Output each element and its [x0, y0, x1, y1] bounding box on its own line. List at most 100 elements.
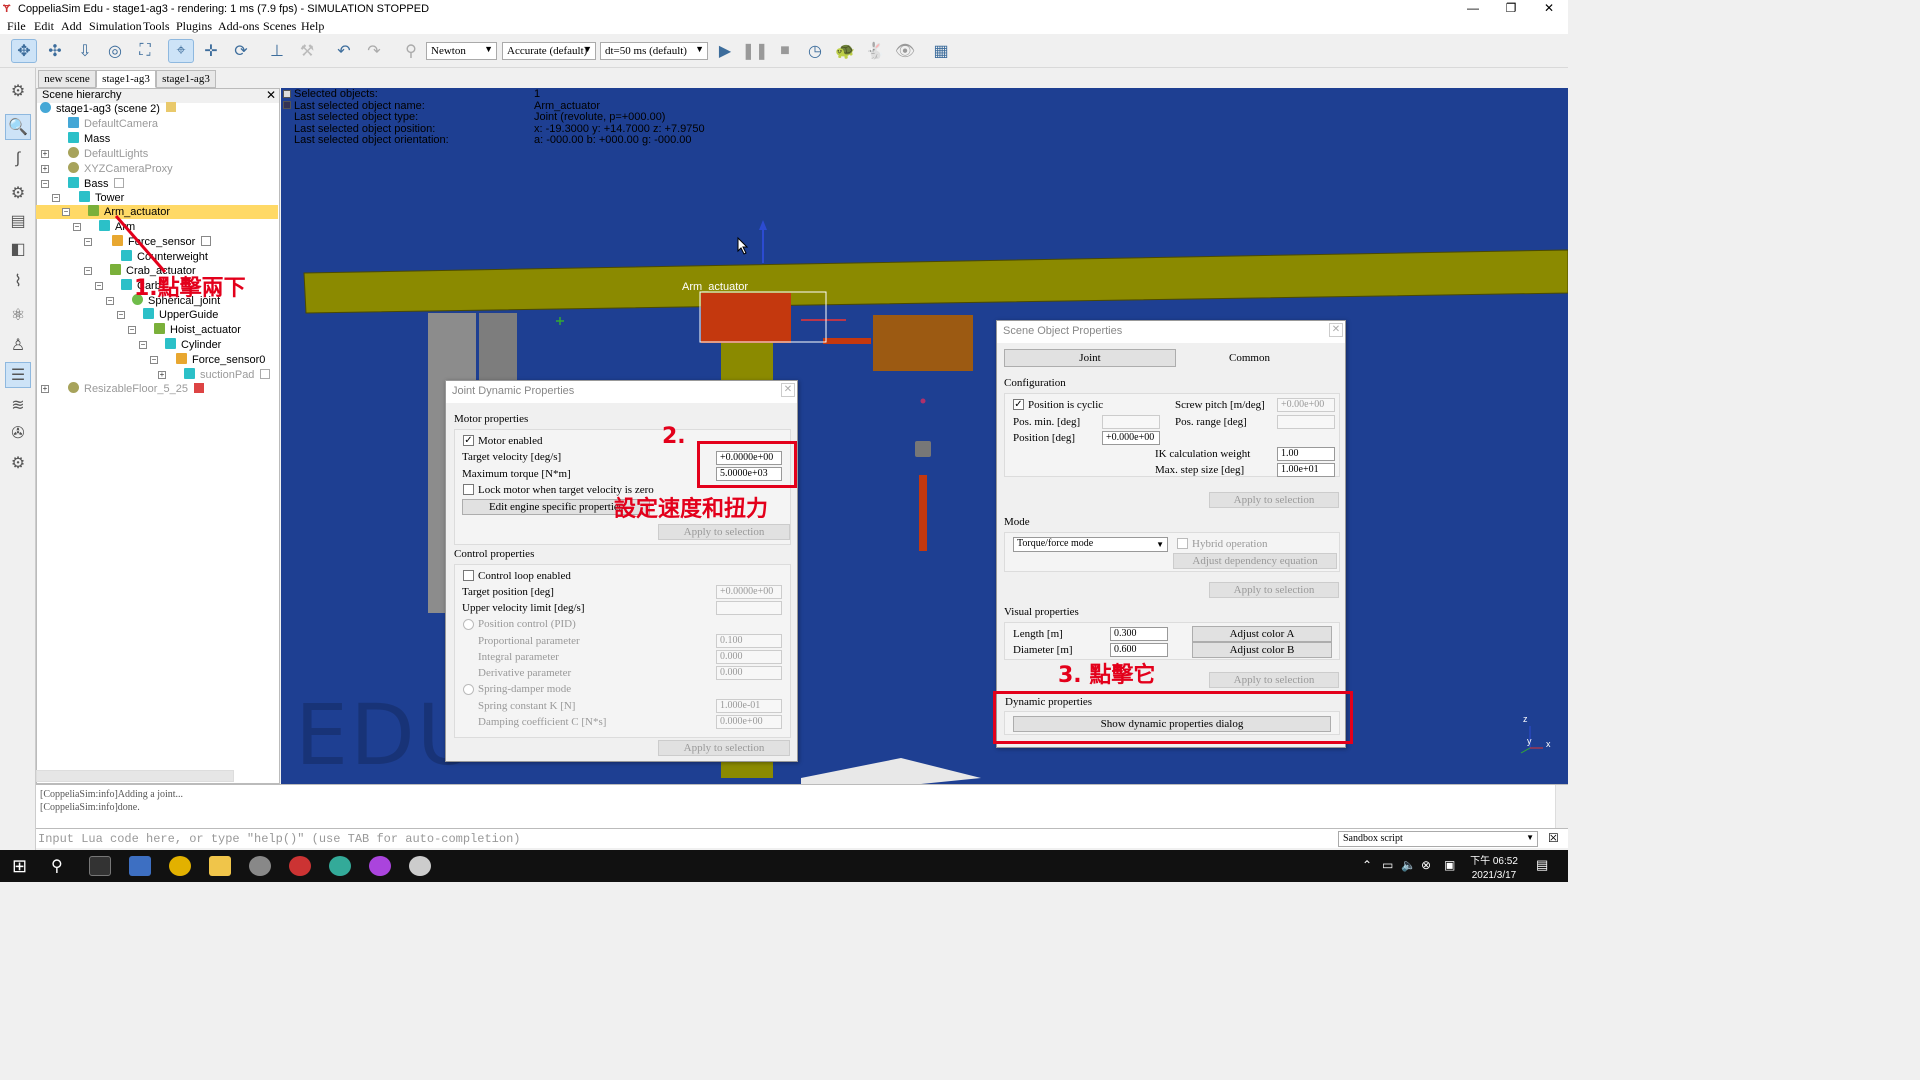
maximize-button[interactable]: ❐	[1492, 0, 1530, 18]
tree-item-arm-actuator-selected[interactable]: Arm_actuator	[36, 205, 278, 219]
tree-item[interactable]: Hoist_actuator	[154, 323, 241, 337]
tree-item[interactable]: Force_sensor	[112, 235, 212, 249]
collapse-toggle[interactable]: −	[52, 194, 60, 202]
joint-tab-button[interactable]: Joint	[1004, 349, 1176, 367]
max-step-field[interactable]: 1.00e+01	[1277, 463, 1335, 477]
app-icon[interactable]	[369, 856, 391, 876]
scripts-icon[interactable]: ▤	[5, 208, 31, 234]
tree-item[interactable]: Cylinder	[165, 338, 221, 352]
screw-pitch-field[interactable]: +0.00e+00	[1277, 398, 1335, 412]
ik-weight-field[interactable]: 1.00	[1277, 447, 1335, 461]
info-toggle-icon[interactable]	[283, 90, 291, 98]
tree-item[interactable]: XYZCameraProxy	[68, 162, 173, 176]
layers-icon[interactable]: ≋	[5, 392, 31, 418]
console-scrollbar[interactable]	[1555, 785, 1568, 829]
tree-item[interactable]: Mass	[68, 132, 110, 146]
tree-item[interactable]: ResizableFloor_5_25	[68, 382, 204, 396]
calc-modules-icon[interactable]: ∫	[5, 146, 31, 172]
position-field[interactable]: +0.000e+00	[1102, 431, 1160, 445]
model-browser-icon[interactable]: 🔍	[5, 114, 31, 140]
script-icon[interactable]	[260, 369, 271, 379]
user-settings-icon[interactable]: ♙	[5, 332, 31, 358]
menu-plugins[interactable]: Plugins	[176, 19, 212, 34]
tree-item[interactable]: Tower	[79, 191, 124, 205]
tree-item[interactable]: Bass	[68, 177, 125, 191]
hybrid-checkbox[interactable]	[1177, 538, 1188, 549]
camera-shift-icon[interactable]: ⇩	[72, 39, 98, 63]
diameter-field[interactable]: 0.600	[1110, 643, 1168, 657]
tree-item[interactable]: suctionPad	[184, 368, 271, 382]
script-icon[interactable]	[193, 383, 204, 393]
script-type-select[interactable]: Sandbox script ▼	[1338, 831, 1538, 847]
spring-k-field[interactable]: 1.000e-01	[716, 699, 782, 713]
visualization-icon[interactable]: 👁	[892, 39, 918, 63]
apply-to-selection-button[interactable]: Apply to selection	[658, 524, 790, 540]
common-tab-button[interactable]: Common	[1229, 352, 1270, 364]
tree-item[interactable]: UpperGuide	[143, 308, 218, 322]
tab-stage1-ag3-active[interactable]: stage1-ag3	[96, 70, 156, 88]
tree-item[interactable]: Force_sensor0	[176, 353, 265, 367]
menu-help[interactable]: Help	[301, 19, 324, 34]
terminal-app-icon[interactable]	[89, 856, 111, 876]
selection-icon[interactable]: ⚛	[5, 302, 31, 328]
expand-toggle[interactable]: +	[41, 165, 49, 173]
tree-item[interactable]: DefaultLights	[68, 147, 148, 161]
collapse-toggle[interactable]: −	[117, 311, 125, 319]
pid-radio[interactable]	[463, 619, 474, 630]
search-icon[interactable]: ⚲	[51, 856, 63, 876]
slower-icon[interactable]: 🐢	[832, 39, 858, 63]
object-rotate-icon[interactable]: ⟳	[228, 39, 254, 63]
target-position-field[interactable]: +0.0000e+00	[716, 585, 782, 599]
tools-icon[interactable]: ⚙	[5, 450, 31, 476]
close-dialog-icon[interactable]: ✕	[781, 383, 795, 397]
tree-item[interactable]: DefaultCamera	[68, 117, 158, 131]
spring-damper-radio[interactable]	[463, 684, 474, 695]
file-explorer-icon[interactable]	[209, 856, 231, 876]
tab-stage1-ag3[interactable]: stage1-ag3	[156, 70, 216, 88]
tree-item[interactable]: Arm	[99, 220, 135, 234]
camera-angle-icon[interactable]: ◎	[102, 39, 128, 63]
shapes-icon[interactable]: ◧	[5, 236, 31, 262]
faster-icon[interactable]: 🐇	[862, 39, 888, 63]
clear-command-icon[interactable]: ☒	[1548, 831, 1559, 845]
upper-velocity-field[interactable]	[716, 601, 782, 615]
notifications-icon[interactable]: ▤	[1536, 857, 1548, 873]
close-hierarchy-icon[interactable]: ✕	[266, 88, 276, 102]
collapse-toggle[interactable]: −	[73, 223, 81, 231]
tab-new-scene[interactable]: new scene	[38, 70, 96, 88]
expand-toggle[interactable]: +	[41, 385, 49, 393]
script-icon[interactable]	[165, 102, 176, 112]
adjust-color-b-button[interactable]: Adjust color B	[1192, 642, 1332, 658]
close-window-button[interactable]: ✕	[1530, 0, 1568, 18]
pos-range-field[interactable]	[1277, 415, 1335, 429]
mode-select[interactable]: Torque/force mode ▼	[1013, 537, 1168, 552]
script-icon[interactable]	[114, 178, 125, 188]
collapse-toggle[interactable]: −	[41, 180, 49, 188]
volume-icon[interactable]: 🔈	[1401, 858, 1416, 872]
menu-addons[interactable]: Add-ons	[218, 19, 259, 34]
tree-scene-root[interactable]: stage1-ag3 (scene 2)	[40, 102, 176, 116]
coppeliasim-app-icon[interactable]	[289, 856, 311, 876]
hierarchy-scrollbar[interactable]	[36, 770, 234, 782]
integral-field[interactable]: 0.000	[716, 650, 782, 664]
clock[interactable]: 下午 06:52 2021/3/17	[1466, 852, 1522, 881]
minimize-button[interactable]: —	[1454, 0, 1492, 18]
assemble-icon[interactable]: ⊥	[264, 39, 290, 63]
app-icon[interactable]	[249, 856, 271, 876]
collapse-toggle[interactable]: −	[95, 282, 103, 290]
menu-scenes[interactable]: Scenes	[263, 19, 296, 34]
apply-to-selection-button[interactable]: Apply to selection	[1209, 492, 1339, 508]
tray-app-icon[interactable]: ⊗	[1421, 858, 1431, 872]
collapse-toggle[interactable]: −	[150, 356, 158, 364]
collapse-toggle[interactable]: −	[84, 238, 92, 246]
engine-select[interactable]: Newton ▼	[426, 42, 497, 60]
tree-item[interactable]: Counterweight	[121, 250, 208, 264]
realtime-icon[interactable]: ◷	[802, 39, 828, 63]
collections-icon[interactable]: ⚙	[5, 180, 31, 206]
collapse-toggle[interactable]: −	[62, 208, 70, 216]
stop-icon[interactable]: ■	[772, 39, 798, 63]
menu-edit[interactable]: Edit	[34, 19, 54, 34]
adjust-dependency-button[interactable]: Adjust dependency equation	[1173, 553, 1337, 569]
redo-icon[interactable]: ↷	[361, 39, 387, 63]
length-field[interactable]: 0.300	[1110, 627, 1168, 641]
